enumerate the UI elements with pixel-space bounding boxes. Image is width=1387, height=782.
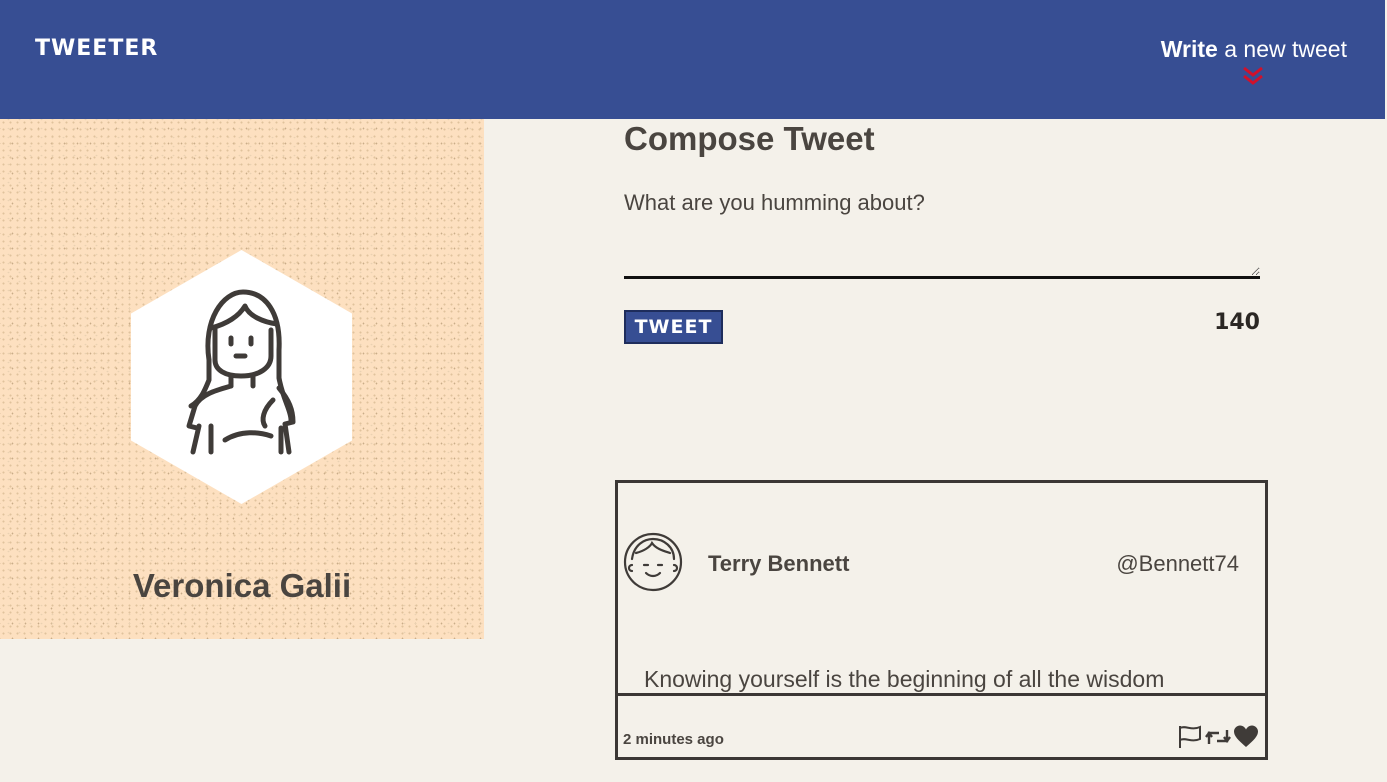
- double-chevron-down-icon[interactable]: [1241, 66, 1265, 86]
- compose-title: Compose Tweet: [624, 120, 875, 157]
- tweet-text: Knowing yourself is the beginning of all…: [644, 666, 1165, 692]
- tweet-divider: [618, 693, 1265, 696]
- heart-icon[interactable]: [1233, 724, 1259, 755]
- tweet-author-name[interactable]: Terry Bennett: [708, 551, 849, 577]
- tweet-author-handle[interactable]: @Bennett74: [1116, 551, 1239, 577]
- retweet-icon[interactable]: [1205, 724, 1231, 755]
- tweet-actions: [1177, 724, 1259, 755]
- tweet-button[interactable]: TWEET: [624, 310, 723, 344]
- flag-icon[interactable]: [1177, 724, 1203, 755]
- profile-name: Veronica Galii: [132, 567, 352, 604]
- profile-panel: Veronica Galii: [0, 119, 484, 639]
- man-avatar-icon: [623, 532, 683, 592]
- write-tweet-toggle[interactable]: Write a new tweet: [1161, 36, 1347, 63]
- top-nav: TWEETER Write a new tweet: [0, 0, 1385, 119]
- woman-avatar-icon: [131, 250, 352, 504]
- tweet-textarea[interactable]: [624, 186, 1260, 279]
- write-label-bold: Write: [1160, 36, 1218, 62]
- tweet-timestamp: 2 minutes ago: [623, 731, 724, 748]
- tweet-card: Terry Bennett @Bennett74 Knowing yoursel…: [615, 480, 1268, 760]
- char-counter: 140: [1214, 310, 1260, 335]
- write-label-rest: a new tweet: [1217, 36, 1347, 62]
- brand-logo[interactable]: TWEETER: [35, 36, 158, 61]
